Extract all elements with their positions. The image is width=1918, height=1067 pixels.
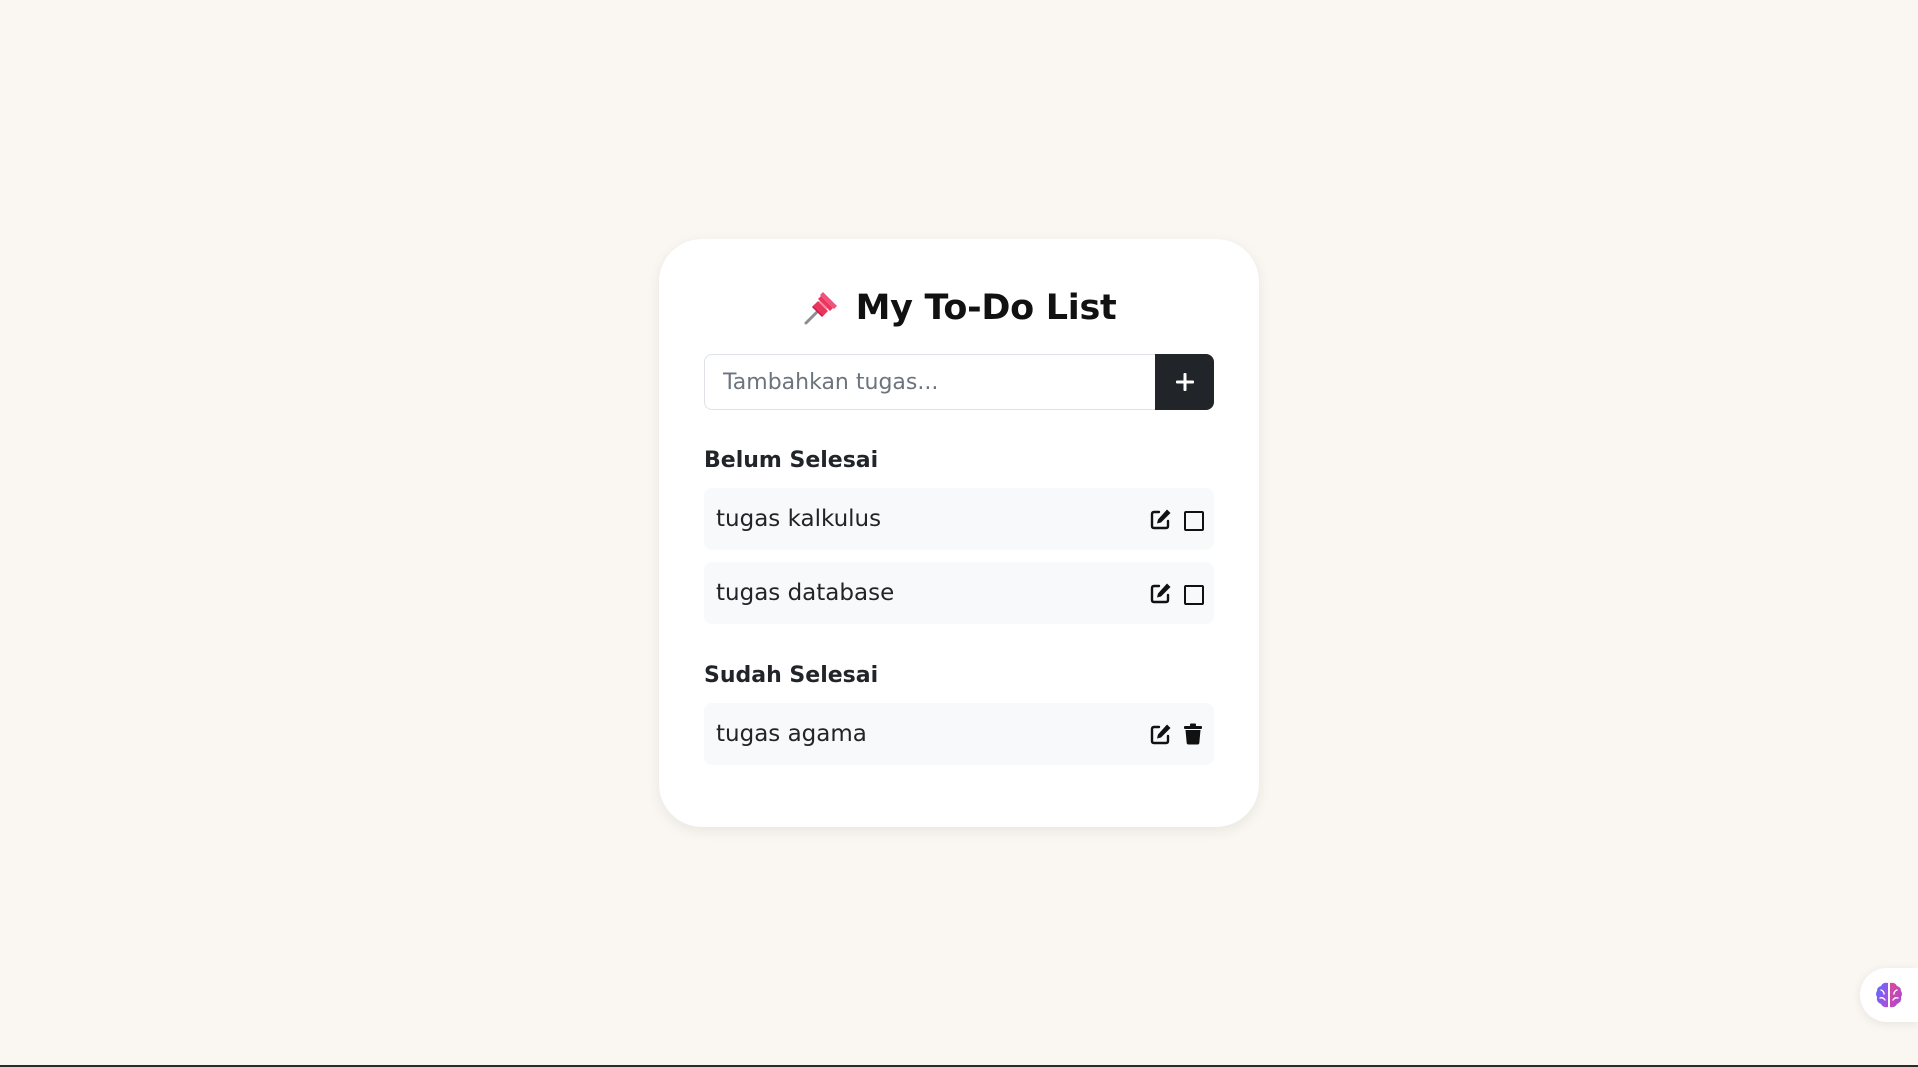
- task-actions: [1150, 581, 1204, 605]
- task-text: tugas agama: [716, 721, 867, 747]
- complete-checkbox[interactable]: [1184, 584, 1204, 605]
- assistant-widget[interactable]: [1860, 968, 1918, 1022]
- plus-icon: [1175, 373, 1194, 391]
- edit-icon[interactable]: [1150, 722, 1172, 746]
- complete-checkbox[interactable]: [1184, 510, 1204, 531]
- done-task-list: tugas agama: [704, 703, 1214, 765]
- pushpin-icon: [802, 289, 840, 327]
- page: My To-Do List Belum Selesai tugas kalkul…: [0, 0, 1918, 1067]
- task-text: tugas kalkulus: [716, 506, 882, 532]
- pending-section-title: Belum Selesai: [704, 448, 879, 473]
- page-title: My To-Do List: [855, 288, 1117, 328]
- add-task-button[interactable]: [1155, 354, 1214, 410]
- task-item: tugas agama: [704, 703, 1214, 765]
- task-item: tugas database: [704, 562, 1214, 624]
- edit-icon[interactable]: [1150, 581, 1172, 605]
- header: My To-Do List: [704, 285, 1214, 331]
- task-actions: [1150, 507, 1204, 531]
- brain-icon: [1876, 982, 1902, 1008]
- todo-card: My To-Do List Belum Selesai tugas kalkul…: [659, 239, 1259, 827]
- add-task-form: [704, 354, 1214, 410]
- task-item: tugas kalkulus: [704, 488, 1214, 550]
- pending-task-list: tugas kalkulus tugas database: [704, 488, 1214, 624]
- task-input[interactable]: [704, 354, 1155, 410]
- task-actions: [1150, 722, 1204, 746]
- done-section-title: Sudah Selesai: [704, 663, 879, 688]
- trash-icon[interactable]: [1182, 722, 1204, 746]
- edit-icon[interactable]: [1150, 507, 1172, 531]
- task-text: tugas database: [716, 580, 895, 606]
